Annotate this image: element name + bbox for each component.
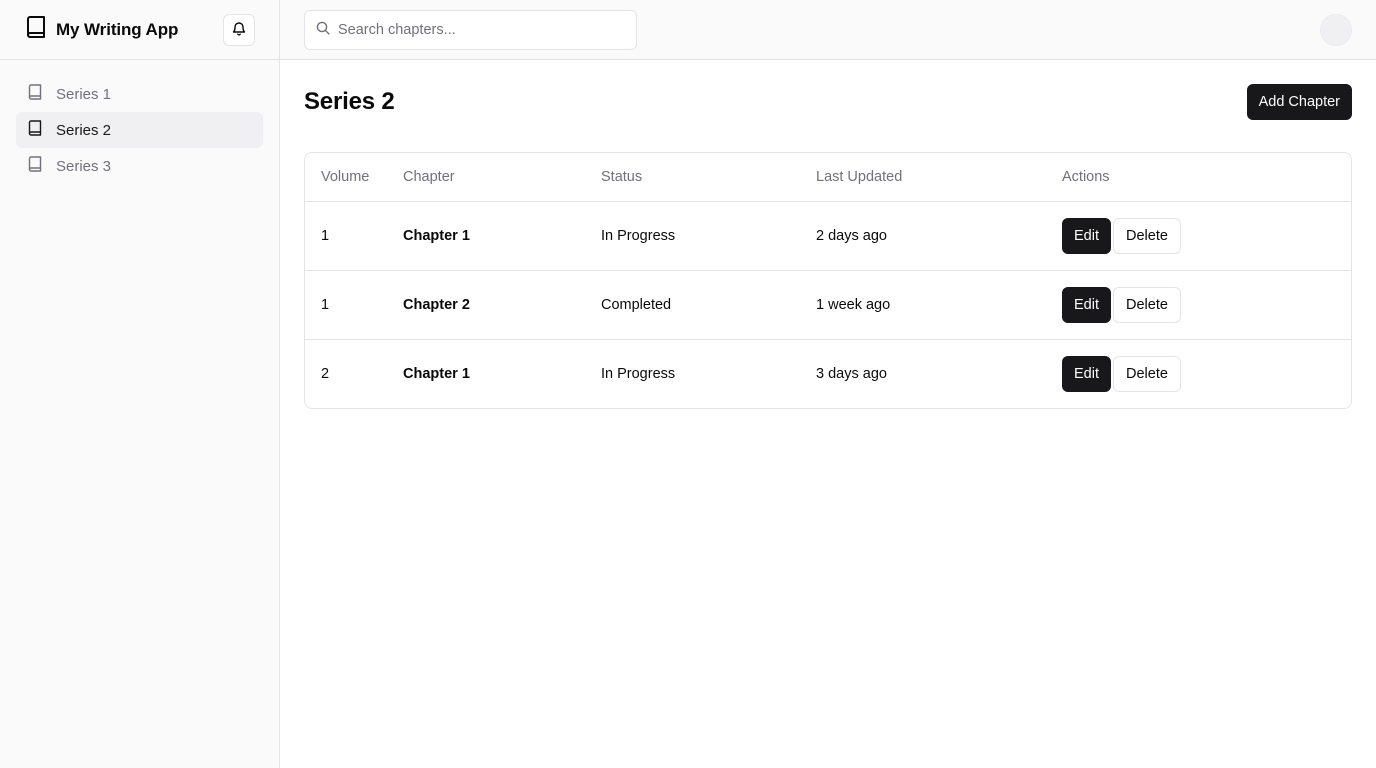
page-title: Series 2 [304, 88, 395, 115]
table-row: 1 Chapter 2 Completed 1 week ago Edit De… [305, 270, 1351, 340]
book-icon [26, 16, 46, 43]
edit-button[interactable]: Edit [1062, 355, 1111, 392]
book-icon [28, 84, 42, 104]
sidebar: My Writing App Series 1 Series 2 Series … [0, 0, 280, 768]
cell-chapter[interactable]: Chapter 1 [387, 339, 585, 408]
header-actions: Actions [1046, 153, 1351, 202]
cell-volume: 2 [321, 365, 330, 382]
cell-last-updated: 3 days ago [816, 365, 887, 382]
cell-chapter[interactable]: Chapter 2 [387, 270, 585, 340]
cell-chapter[interactable]: Chapter 1 [387, 201, 585, 271]
header-volume: Volume [305, 153, 387, 202]
sidebar-item-label: Series 2 [56, 121, 112, 139]
cell-status: In Progress [601, 365, 676, 382]
chapters-table: Volume Chapter Status Last Updated Actio… [304, 152, 1352, 409]
cell-last-updated: 1 week ago [800, 270, 1046, 340]
header-chapter: Chapter [387, 153, 585, 202]
delete-button[interactable]: Delete [1113, 355, 1181, 392]
add-chapter-button[interactable]: Add Chapter [1246, 84, 1352, 120]
edit-button[interactable]: Edit [1062, 217, 1111, 254]
cell-last-updated: 2 days ago [800, 201, 1046, 271]
sidebar-item-series-2[interactable]: Series 2 [16, 112, 263, 148]
cell-status: Completed [585, 270, 800, 340]
book-icon [28, 156, 42, 176]
cell-actions: Edit Delete [1046, 339, 1351, 408]
header-status: Status [585, 153, 800, 202]
book-icon [28, 120, 42, 140]
notifications-button[interactable] [223, 13, 255, 46]
delete-button[interactable]: Delete [1113, 286, 1181, 323]
sidebar-item-series-3[interactable]: Series 3 [16, 148, 263, 184]
sidebar-header: My Writing App [0, 0, 279, 60]
cell-volume: 1 [305, 270, 387, 340]
cell-status: In Progress [585, 201, 800, 271]
brand[interactable]: My Writing App [26, 16, 178, 43]
sidebar-item-label: Series 3 [56, 157, 112, 175]
search-input[interactable] [338, 22, 618, 38]
series-nav: Series 1 Series 2 Series 3 [0, 60, 279, 200]
table-row: 1 Chapter 1 In Progress 2 days ago Edit … [305, 201, 1351, 271]
sidebar-item-label: Series 1 [56, 85, 112, 103]
cell-actions: Edit Delete [1046, 270, 1351, 340]
search-box[interactable] [304, 10, 637, 50]
cell-actions: Edit Delete [1046, 201, 1351, 271]
edit-button[interactable]: Edit [1062, 286, 1111, 323]
header-last-updated: Last Updated [800, 153, 1046, 202]
cell-volume: 1 [305, 201, 387, 271]
table-row: 2 Chapter 1 In Progress 3 days ago Edit … [305, 339, 1351, 408]
topbar [280, 0, 1376, 60]
sidebar-item-series-1[interactable]: Series 1 [16, 76, 263, 112]
delete-button[interactable]: Delete [1113, 217, 1181, 254]
bell-icon [232, 21, 246, 39]
app-title: My Writing App [56, 19, 179, 39]
search-icon [316, 21, 330, 40]
table-header-row: Volume Chapter Status Last Updated Actio… [305, 153, 1351, 202]
avatar[interactable] [1320, 14, 1352, 46]
